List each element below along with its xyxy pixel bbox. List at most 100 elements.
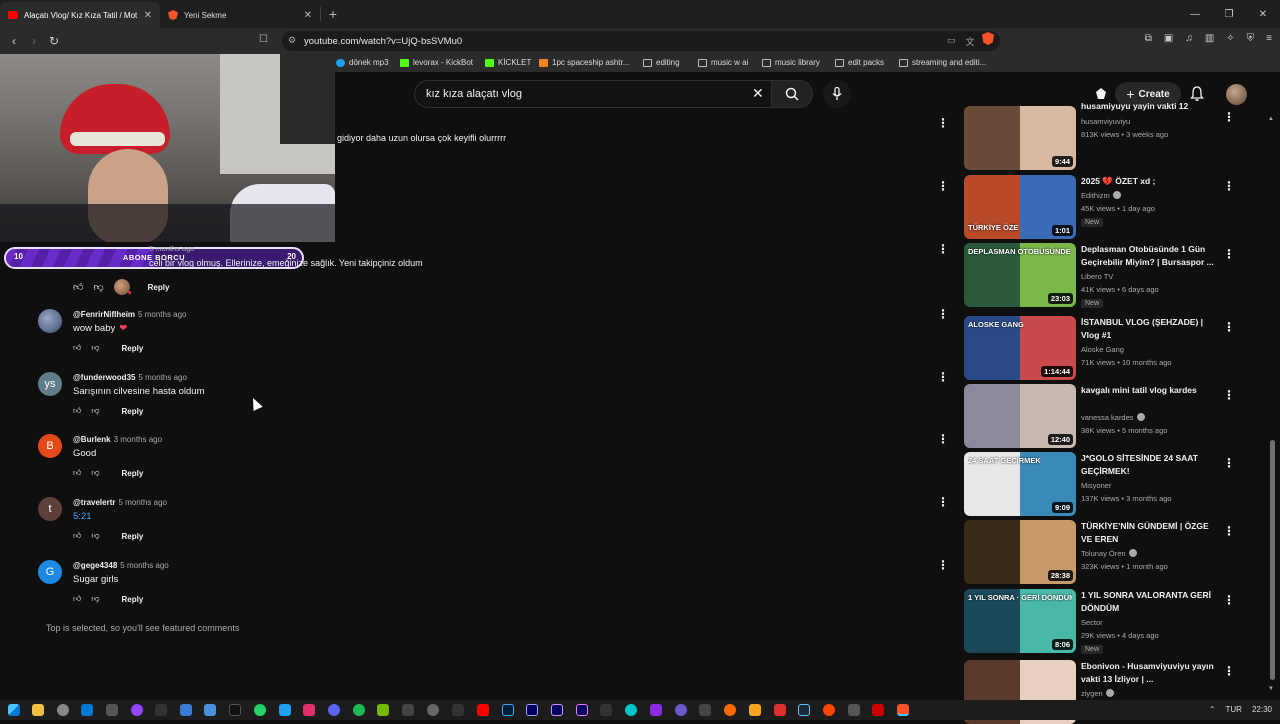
video-thumbnail[interactable]: TÜRKİYE ÖZE 1:01 (964, 175, 1076, 239)
video-thumbnail[interactable]: DEPLASMAN OTOBÜSÜNDE 23:03 (964, 243, 1076, 307)
whatsapp-icon[interactable] (254, 704, 266, 716)
bookmark-folder[interactable]: editing (643, 58, 680, 67)
channel-name[interactable]: Libero TV (1081, 272, 1113, 281)
dislike-icon[interactable]: 👎︎ (91, 531, 99, 541)
reply-button[interactable]: Reply (122, 407, 144, 416)
comment-time[interactable]: 5 months ago (119, 498, 167, 507)
discord-icon[interactable] (328, 704, 340, 716)
back-icon[interactable]: ‹ (4, 34, 24, 48)
menu-icon[interactable]: ≡ (1266, 33, 1272, 44)
forward-icon[interactable]: › (24, 34, 44, 48)
video-menu-icon[interactable]: ⋮ (1223, 524, 1235, 538)
video-thumbnail[interactable]: 1 YIL SONRA · GERİ DÖNDÜM 8:06 (964, 589, 1076, 653)
video-thumbnail[interactable]: 9:44 (964, 106, 1076, 170)
video-title[interactable]: 2025 💔 ÖZET xd ; (1081, 175, 1219, 188)
keyboard-language[interactable]: TUR (1226, 705, 1242, 714)
tab-search-icon[interactable]: ▣ (1164, 33, 1173, 44)
bookmark-folder[interactable]: music w ai (698, 58, 748, 67)
search-input[interactable]: kız kıza alaçatı vlog (414, 80, 772, 108)
app-icon[interactable] (204, 704, 216, 716)
app-icon[interactable] (600, 704, 612, 716)
comment-author[interactable]: @gege4348 5 months ago (73, 561, 169, 570)
recommended-video[interactable]: 1 YIL SONRA · GERİ DÖNDÜM 8:06 1 YIL SONRA… (964, 589, 1264, 654)
comment-time[interactable]: 3 months ago (114, 435, 162, 444)
app-icon[interactable] (848, 704, 860, 716)
app-icon[interactable] (452, 704, 464, 716)
comment-avatar[interactable]: B (38, 434, 62, 458)
app-icon[interactable] (131, 704, 143, 716)
bookmark-folder[interactable]: streaming and editi... (899, 58, 986, 67)
vscode-icon[interactable] (81, 704, 93, 716)
voice-search-button[interactable] (823, 80, 851, 108)
app-icon[interactable] (724, 704, 736, 716)
dislike-icon[interactable]: 👎︎ (93, 281, 103, 293)
bookmark-folder[interactable]: edit packs (835, 58, 884, 67)
scroll-down-icon[interactable]: ▼ (1268, 686, 1274, 692)
video-title[interactable]: İSTANBUL VLOG (ŞEHZADE) | Vlog #1 (1081, 316, 1219, 342)
spotify-icon[interactable] (353, 704, 365, 716)
search-button[interactable] (771, 80, 813, 108)
dislike-icon[interactable]: 👎︎ (91, 468, 99, 478)
tiktok-icon[interactable] (229, 704, 241, 716)
recommended-video[interactable]: TÜRKİYE ÖZE 1:01 2025 💔 ÖZET xd ; Edithizm 4… (964, 175, 1264, 239)
comment-avatar[interactable]: t (38, 497, 62, 521)
leo-ai-icon[interactable]: ✧ (1226, 33, 1234, 44)
photoshop-icon[interactable] (502, 704, 514, 716)
app-icon[interactable] (155, 704, 167, 716)
app-icon[interactable] (180, 704, 192, 716)
app-icon[interactable] (106, 704, 118, 716)
canva-icon[interactable] (625, 704, 637, 716)
comment-time[interactable]: 5 months ago (138, 373, 186, 382)
app-icon[interactable] (699, 704, 711, 716)
translate-icon[interactable]: 文 (965, 35, 974, 48)
media-encoder-icon[interactable] (526, 704, 538, 716)
like-icon[interactable]: 👍︎ (73, 531, 81, 541)
like-icon[interactable]: 👍︎ (73, 343, 81, 353)
comment-menu-icon[interactable]: ⋮ (937, 180, 949, 192)
comment-time[interactable]: 5 months ago (138, 310, 186, 319)
video-title[interactable]: kavgalı mini tatil vlog kardes (1081, 384, 1219, 397)
comment-menu-icon[interactable]: ⋮ (937, 117, 949, 129)
clear-search-icon[interactable]: ✕ (752, 86, 764, 100)
close-tab-icon[interactable]: ✕ (304, 10, 312, 21)
video-menu-icon[interactable]: ⋮ (1223, 593, 1235, 607)
video-thumbnail[interactable]: 12:40 (964, 384, 1076, 448)
like-icon[interactable]: 👍︎ (73, 281, 83, 293)
reply-button[interactable]: Reply (122, 532, 144, 541)
recommended-video[interactable]: 24 SAAT GEÇİRMEK 9:09 J*GOLO SİTESİNDE 24 … (964, 452, 1264, 516)
comment-menu-icon[interactable]: ⋮ (937, 308, 949, 320)
tray-chevron-icon[interactable]: ⌃ (1209, 705, 1216, 714)
video-menu-icon[interactable]: ⋮ (1223, 456, 1235, 470)
extensions-icon[interactable]: ⧉ (1145, 33, 1152, 44)
site-info-icon[interactable]: ⚙ (288, 35, 296, 46)
app-icon[interactable] (774, 704, 786, 716)
illustrator-icon[interactable] (477, 704, 489, 716)
video-title[interactable]: 1 YIL SONRA VALORANTA GERİ DÖNDÜM (1081, 589, 1219, 615)
video-thumbnail[interactable]: ALOSKE GANG 1:14:44 (964, 316, 1076, 380)
comment-author[interactable]: @travelertr 5 months ago (73, 498, 167, 507)
app-icon[interactable] (872, 704, 884, 716)
restore-icon[interactable]: ❐ (1212, 9, 1246, 20)
steam-icon[interactable] (798, 704, 810, 716)
comment-author[interactable]: @Burlenk 3 months ago (73, 435, 162, 444)
channel-name[interactable]: Misyoner (1081, 481, 1111, 490)
like-icon[interactable]: 👍︎ (73, 594, 81, 604)
comment-author[interactable]: @funderwood35 5 months ago (73, 373, 187, 382)
comment-time[interactable]: 5 months ago (120, 561, 168, 570)
tab-alacati-vlog[interactable]: Alaçatı Vlog/ Kız Kıza Tatil / Mot ✕ (0, 2, 160, 28)
video-menu-icon[interactable]: ⋮ (1223, 388, 1235, 402)
app-icon[interactable] (749, 704, 761, 716)
page-scrollbar[interactable] (1270, 440, 1275, 680)
channel-name[interactable]: Aloske Gang (1081, 345, 1124, 354)
reply-button[interactable]: Reply (148, 283, 170, 292)
video-menu-icon[interactable]: ⋮ (1223, 247, 1235, 261)
comment-author[interactable]: @FenrirNiflheim 5 months ago (73, 310, 187, 319)
comment-menu-icon[interactable]: ⋮ (937, 371, 949, 383)
video-menu-icon[interactable]: ⋮ (1223, 110, 1235, 124)
clock[interactable]: 22:30 (1252, 705, 1272, 714)
recommended-video[interactable]: ALOSKE GANG 1:14:44 İSTANBUL VLOG (ŞEHZADE… (964, 316, 1264, 380)
video-menu-icon[interactable]: ⋮ (1223, 664, 1235, 678)
windows-start-icon[interactable] (8, 704, 20, 716)
close-window-icon[interactable]: ✕ (1246, 9, 1280, 20)
vpn-icon[interactable]: ⛨ (1247, 33, 1255, 44)
